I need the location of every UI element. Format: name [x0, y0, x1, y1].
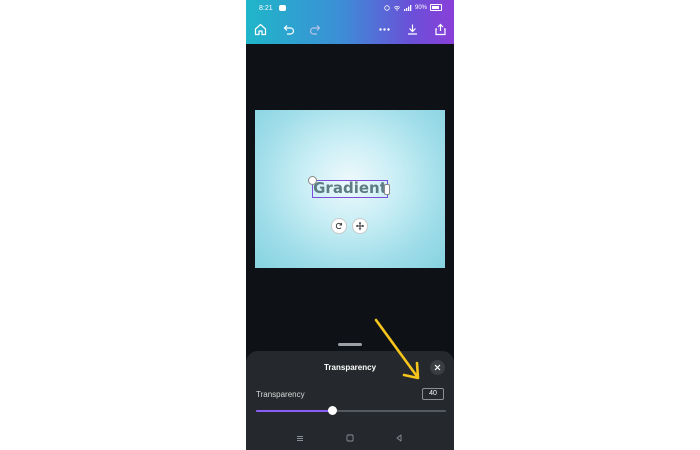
editor-canvas: Gradient [246, 44, 454, 350]
resize-handle[interactable] [384, 184, 390, 195]
android-nav-bar [246, 428, 454, 450]
transparency-value-input[interactable]: 40 [422, 388, 444, 400]
signal-icon [403, 4, 412, 11]
annotation-arrow [374, 318, 420, 380]
sheet-drag-handle[interactable] [338, 343, 362, 346]
design-page[interactable]: Gradient [255, 110, 445, 268]
undo-button[interactable] [280, 21, 296, 37]
rotate-button[interactable] [331, 218, 347, 234]
more-options-button[interactable] [376, 21, 392, 37]
close-button[interactable] [430, 360, 445, 375]
close-icon [434, 364, 441, 371]
status-bar: 8:21 90% [246, 0, 454, 17]
battery-percent: 90% [414, 4, 427, 11]
recent-apps-button[interactable] [294, 432, 306, 444]
back-nav-button[interactable] [393, 432, 405, 444]
home-icon [254, 23, 266, 35]
rotate-handle[interactable] [308, 176, 317, 185]
battery-icon [430, 4, 442, 11]
slider-fill [256, 410, 332, 412]
top-toolbar: 8:21 90% [246, 0, 454, 44]
status-time: 8:21 [259, 5, 273, 12]
square-icon [346, 434, 354, 442]
more-icon [378, 27, 390, 31]
redo-icon [309, 24, 320, 35]
share-icon [434, 23, 446, 35]
wifi-icon [393, 5, 401, 11]
home-button[interactable] [252, 21, 268, 37]
slider-thumb[interactable] [327, 406, 337, 415]
notification-icon [279, 5, 286, 11]
alarm-icon [384, 4, 390, 11]
transparency-slider[interactable] [256, 406, 446, 415]
selected-text-element[interactable]: Gradient [308, 176, 390, 198]
download-button[interactable] [404, 21, 420, 37]
back-triangle-icon [396, 434, 402, 442]
move-button[interactable] [352, 218, 368, 234]
menu-icon [297, 435, 303, 441]
rotate-icon [335, 222, 342, 230]
home-nav-button[interactable] [344, 432, 356, 444]
move-icon [356, 222, 364, 230]
design-text[interactable]: Gradient [313, 179, 387, 197]
status-icons: 90% [384, 4, 442, 11]
redo-button[interactable] [307, 21, 323, 37]
undo-icon [283, 24, 294, 35]
slider-label: Transparency [256, 390, 305, 399]
share-button[interactable] [432, 21, 448, 37]
download-icon [407, 24, 417, 35]
